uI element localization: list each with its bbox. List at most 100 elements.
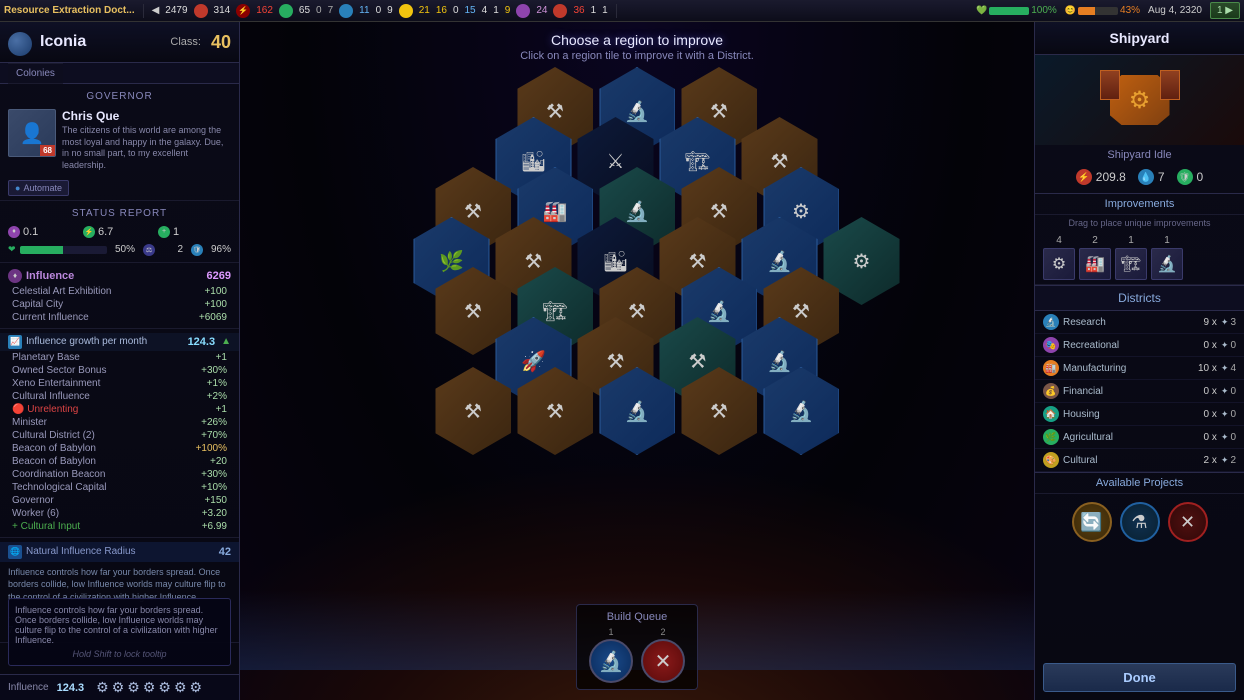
recreational-district-name: Recreational <box>1063 340 1193 351</box>
center-map: Choose a region to improve Click on a re… <box>240 22 1034 700</box>
left-panel: Iconia Class: 40 Colonies Governor 👤 68 <box>0 22 240 700</box>
improvement-item-4[interactable]: 1 🔬 <box>1151 235 1183 280</box>
bottom-label: Influence <box>8 682 49 693</box>
research-district-icon: 🔬 <box>1043 314 1059 330</box>
improvement-icon-2[interactable]: 🏭 <box>1079 248 1111 280</box>
shipyard-visual: ⚙ <box>1095 65 1185 135</box>
morale-container: 😊 43% <box>1065 5 1140 16</box>
financial-district-count: 0 x <box>1197 386 1217 397</box>
date-display: Aug 4, 2320 <box>1148 5 1202 16</box>
shipyard-status: Shipyard Idle <box>1035 145 1244 165</box>
status-section-title: Status Report <box>8 205 231 222</box>
project-btn-3[interactable]: ✕ <box>1168 502 1208 542</box>
planet-name: Iconia <box>40 33 166 51</box>
shipyard-arm <box>1160 70 1180 100</box>
map-top-text: Choose a region to improve Click on a re… <box>520 32 754 62</box>
health-value: 100% <box>1031 5 1057 16</box>
end-turn-button[interactable]: 1 ▶ <box>1210 2 1240 19</box>
health-stat-value: 50% <box>111 244 135 255</box>
health-stat-bar <box>20 246 107 254</box>
balance-value: 2 <box>159 244 183 255</box>
nat-influence-value: 42 <box>219 546 231 558</box>
cultural-district-count: 2 x <box>1197 455 1217 466</box>
nav-left-icon[interactable]: ◀ <box>152 5 160 16</box>
stat-culture: ♦ 0.1 <box>8 226 81 238</box>
bonus-cultural-input: + Cultural Input +6.99 <box>8 520 231 533</box>
improvement-icon-4[interactable]: 🔬 <box>1151 248 1183 280</box>
balance-icon: ⚖ <box>143 244 155 256</box>
improvements-row: 4 ⚙ 2 🏭 1 🏗 1 🔬 <box>1035 231 1244 285</box>
manufacturing-workers: ✦ 4 <box>1221 363 1236 374</box>
financial-district-icon: 💰 <box>1043 383 1059 399</box>
planet-sphere <box>8 32 32 56</box>
influence-header: ♦ Influence 6269 <box>8 267 231 285</box>
bottom-icon-7: ⚙ <box>190 679 203 696</box>
planet-class-label: Class: <box>170 36 201 48</box>
build-queue-icon-science[interactable]: 🔬 <box>589 639 633 683</box>
influence-total: 6269 <box>207 270 231 282</box>
build-queue-title: Build Queue <box>589 611 685 623</box>
topbar-combat-icon <box>553 4 567 18</box>
improvement-icon-1[interactable]: ⚙ <box>1043 248 1075 280</box>
choose-region-text: Choose a region to improve <box>520 32 754 48</box>
pop-value: 1 <box>173 226 179 238</box>
districts-section-title: Districts <box>1035 285 1244 311</box>
build-queue-item-1[interactable]: 1 🔬 <box>589 627 633 683</box>
agricultural-district-icon: 🌿 <box>1043 429 1059 445</box>
colonies-tab[interactable]: Colonies <box>0 63 239 84</box>
cultural-district-icon: 🎨 <box>1043 452 1059 468</box>
shipyard-armor-value: 0 <box>1197 170 1204 184</box>
morale-value: 43% <box>1120 5 1140 16</box>
map-instruction-text: Click on a region tile to improve it wit… <box>520 50 754 62</box>
improvements-hint: Drag to place unique improvements <box>1035 215 1244 231</box>
governor-section-title: Governor <box>8 88 231 105</box>
financial-district-name: Financial <box>1063 386 1193 397</box>
projects-row: 🔄 ⚗ ✕ <box>1035 494 1244 550</box>
improvement-item-1[interactable]: 4 ⚙ <box>1043 235 1075 280</box>
bottom-icons: ⚙ ⚙ ⚙ ⚙ ⚙ ⚙ ⚙ <box>96 679 202 696</box>
cultural-district-name: Cultural <box>1063 455 1193 466</box>
bottom-icon-6: ⚙ <box>174 679 187 696</box>
shipyard-science-icon: 💧 <box>1138 169 1154 185</box>
manufacturing-district-icon: 🏭 <box>1043 360 1059 376</box>
district-row-manufacturing: 🏭 Manufacturing 10 x ✦ 4 <box>1035 357 1244 380</box>
research-workers: ✦ 3 <box>1221 317 1236 328</box>
stats-grid: ♦ 0.1 ⚡ 6.7 + 1 <box>8 222 231 242</box>
growth-label: Influence growth per month <box>26 336 147 347</box>
influence-detail-art: Celestial Art Exhibition +100 <box>8 285 231 298</box>
bonus-minister: Minister +26% <box>8 416 231 429</box>
governor-name: Chris Que <box>62 109 231 123</box>
housing-district-icon: 🏠 <box>1043 406 1059 422</box>
manufacturing-district-count: 10 x <box>1197 363 1217 374</box>
build-queue-icon-combat[interactable]: ✕ <box>641 639 685 683</box>
right-panel: Shipyard ⚙ Shipyard Idle ⚡ 209.8 💧 7 <box>1034 22 1244 700</box>
shipyard-science-value: 7 <box>1158 170 1165 184</box>
hex-grid[interactable]: ⚒ 🔬 ⚒ 🏙 ⚔ 🏗 ⚒ ⚒ 🏭 🔬 ⚒ ⚙ 🌿 ⚒ <box>372 77 903 427</box>
bonus-tech: Technological Capital +10% <box>8 481 231 494</box>
health-label: ❤ <box>8 244 16 255</box>
governor-row: 👤 68 Chris Que The citizens of this worl… <box>8 105 231 176</box>
project-btn-2[interactable]: ⚗ <box>1120 502 1160 542</box>
improvements-section-title: Improvements <box>1035 194 1244 215</box>
improvement-icon-3[interactable]: 🏗 <box>1115 248 1147 280</box>
food-value: 6.7 <box>98 226 113 238</box>
project-btn-1[interactable]: 🔄 <box>1072 502 1112 542</box>
stat-food: ⚡ 6.7 <box>83 226 156 238</box>
influence-section: ♦ Influence 6269 Celestial Art Exhibitio… <box>0 263 239 329</box>
financial-workers: ✦ 0 <box>1221 386 1236 397</box>
recreational-district-count: 0 x <box>1197 340 1217 351</box>
shipyard-stat-science: 💧 7 <box>1138 169 1165 185</box>
improvement-item-2[interactable]: 2 🏭 <box>1079 235 1111 280</box>
topbar-prod-icon <box>194 4 208 18</box>
automate-button[interactable]: ● Automate <box>8 180 69 196</box>
manufacturing-district-name: Manufacturing <box>1063 363 1193 374</box>
topbar-nav-left[interactable]: ◀ <box>152 5 160 16</box>
status-section: Status Report ♦ 0.1 ⚡ 6.7 + 1 <box>0 201 239 263</box>
build-queue-item-2[interactable]: 2 ✕ <box>641 627 685 683</box>
improvement-item-3[interactable]: 1 🏗 <box>1115 235 1147 280</box>
governor-description: The citizens of this world are among the… <box>62 125 231 172</box>
housing-district-count: 0 x <box>1197 409 1217 420</box>
shipyard-armor-icon: 🛡 <box>1177 169 1193 185</box>
influence-detail-current: Current Influence +6069 <box>8 311 231 324</box>
done-button[interactable]: Done <box>1043 663 1236 692</box>
